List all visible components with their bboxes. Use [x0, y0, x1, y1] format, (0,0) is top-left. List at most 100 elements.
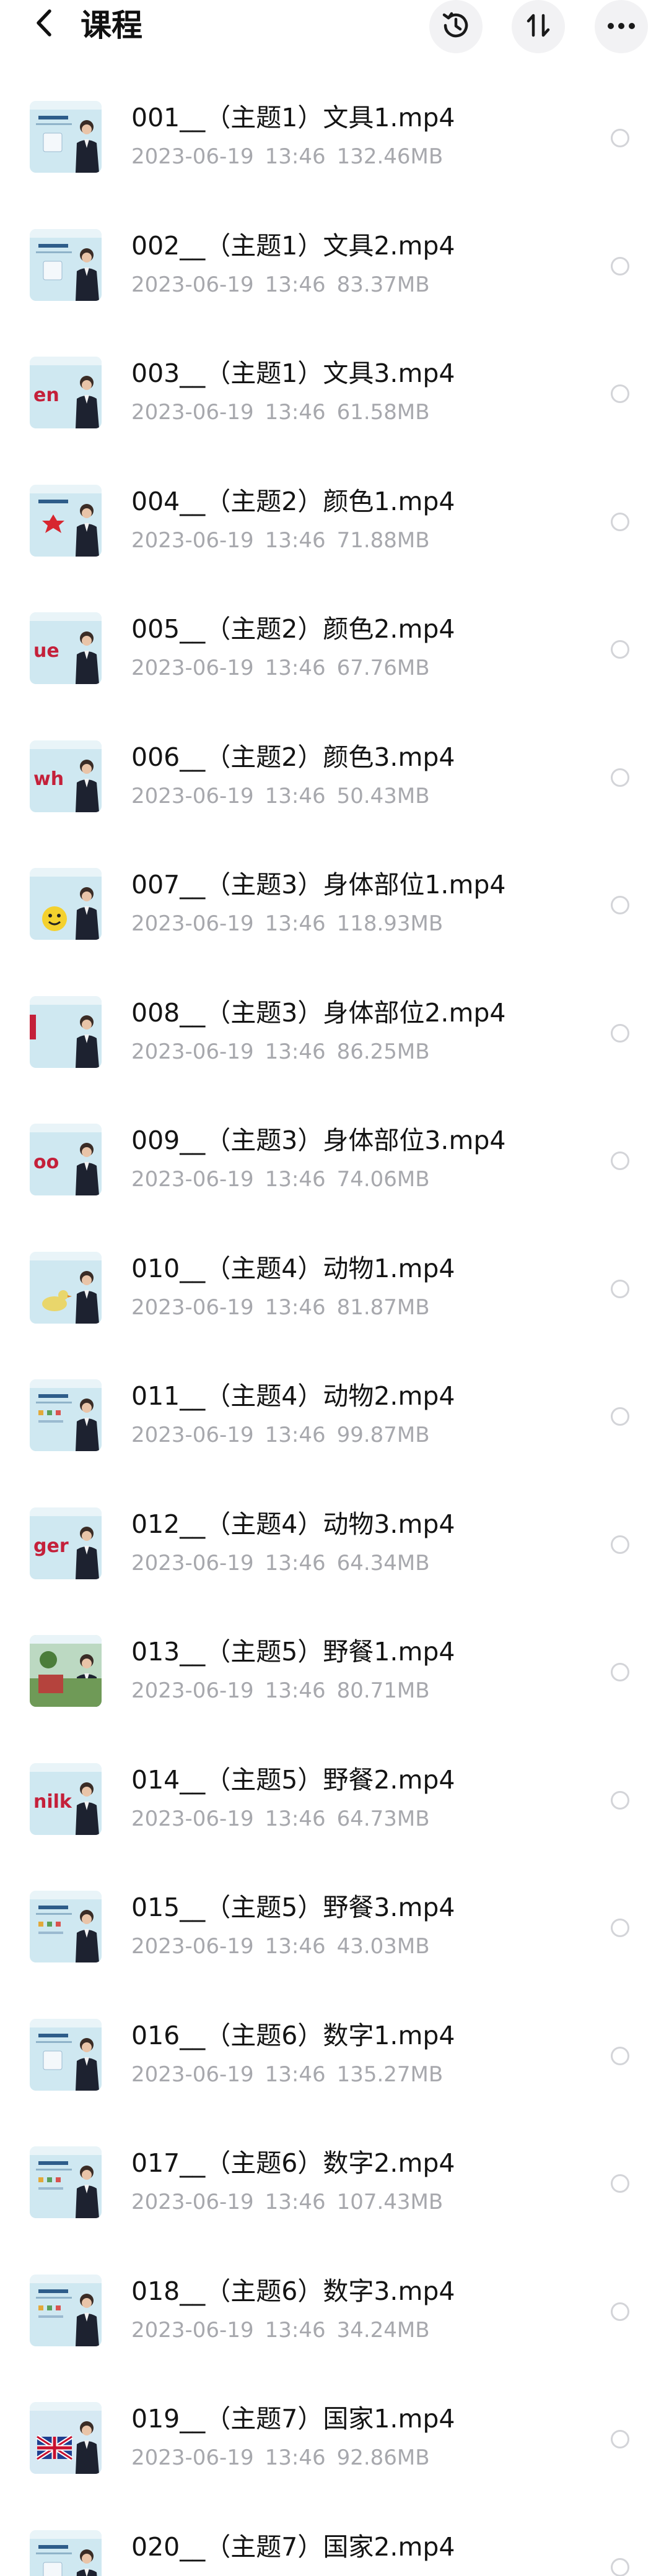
select-radio[interactable]	[611, 2174, 629, 2193]
svg-text:ger: ger	[33, 1535, 69, 1557]
file-row[interactable]: 002__（主题1）文具2.mp4 2023-06-19 13:46 83.37MB	[0, 229, 669, 355]
more-button[interactable]	[595, 0, 648, 53]
select-radio[interactable]	[611, 1024, 629, 1043]
file-date: 2023-06-19	[131, 784, 254, 809]
select-radio[interactable]	[611, 896, 629, 914]
file-row[interactable]: 007__（主题3）身体部位1.mp4 2023-06-19 13:46 118.93…	[0, 868, 669, 994]
file-meta: 2023-06-19 13:46 92.86MB	[131, 2444, 430, 2471]
file-time: 13:46	[265, 272, 326, 297]
file-size: 80.71MB	[336, 1678, 430, 1703]
file-meta: 2023-06-19 13:46 99.87MB	[131, 1421, 430, 1449]
select-radio[interactable]	[611, 1535, 629, 1554]
video-thumbnail	[30, 868, 102, 940]
file-name: 018__（主题6）数字3.mp4	[131, 2276, 455, 2306]
file-size: 64.34MB	[336, 1551, 430, 1576]
file-meta: 2023-06-19 13:46 93.65MB	[131, 2572, 430, 2576]
file-time: 13:46	[265, 1423, 326, 1447]
file-row[interactable]: ger 012__（主题4）动物3.mp4 2023-06-19 13:46 64.34…	[0, 1507, 669, 1634]
file-date: 2023-06-19	[131, 2318, 254, 2343]
svg-text:nilk: nilk	[33, 1791, 72, 1813]
file-row[interactable]: oo 009__（主题3）身体部位3.mp4 2023-06-19 13:46 74.0…	[0, 1124, 669, 1250]
file-name: 008__（主题3）身体部位2.mp4	[131, 998, 506, 1028]
file-row[interactable]: 004__（主题2）颜色1.mp4 2023-06-19 13:46 71.88MB	[0, 485, 669, 611]
file-row[interactable]: 017__（主题6）数字2.mp4 2023-06-19 13:46 107.43MB	[0, 2146, 669, 2273]
select-radio[interactable]	[611, 1791, 629, 1810]
file-row[interactable]: 011__（主题4）动物2.mp4 2023-06-19 13:46 99.87MB	[0, 1379, 669, 1506]
video-thumbnail	[30, 2019, 102, 2091]
file-row[interactable]: nilk 014__（主题5）野餐2.mp4 2023-06-19 13:46 64.7…	[0, 1763, 669, 1889]
select-radio[interactable]	[611, 1151, 629, 1170]
file-row[interactable]: 010__（主题4）动物1.mp4 2023-06-19 13:46 81.87MB	[0, 1252, 669, 1378]
file-row[interactable]: 016__（主题6）数字1.mp4 2023-06-19 13:46 135.27MB	[0, 2019, 669, 2145]
file-date: 2023-06-19	[131, 1806, 254, 1831]
select-radio[interactable]	[611, 129, 629, 147]
video-thumbnail	[30, 996, 102, 1068]
select-radio[interactable]	[611, 513, 629, 531]
select-radio[interactable]	[611, 768, 629, 787]
file-meta: 2023-06-19 13:46 43.03MB	[131, 1933, 430, 1960]
file-row[interactable]: ue 005__（主题2）颜色2.mp4 2023-06-19 13:46 67.76M…	[0, 612, 669, 739]
select-radio[interactable]	[611, 257, 629, 275]
file-date: 2023-06-19	[131, 911, 254, 936]
file-row[interactable]: 001__（主题1）文具1.mp4 2023-06-19 13:46 132.46MB	[0, 101, 669, 227]
file-name: 005__（主题2）颜色2.mp4	[131, 614, 455, 644]
history-button[interactable]	[429, 0, 483, 53]
video-thumbnail	[30, 1635, 102, 1707]
file-size: 86.25MB	[336, 1039, 430, 1064]
select-radio[interactable]	[611, 2302, 629, 2321]
file-size: 71.88MB	[336, 528, 430, 553]
file-row[interactable]: wh 006__（主题2）颜色3.mp4 2023-06-19 13:46 50.43M…	[0, 740, 669, 867]
file-size: 74.06MB	[336, 1167, 430, 1192]
file-meta: 2023-06-19 13:46 67.76MB	[131, 654, 430, 682]
chevron-left-icon	[34, 9, 54, 40]
select-radio[interactable]	[611, 640, 629, 659]
select-radio[interactable]	[611, 1663, 629, 1681]
file-row[interactable]: 019__（主题7）国家1.mp4 2023-06-19 13:46 92.86MB	[0, 2402, 669, 2528]
top-bar: 课程	[0, 0, 669, 53]
file-meta: 2023-06-19 13:46 34.24MB	[131, 2317, 430, 2344]
select-radio[interactable]	[611, 1919, 629, 1937]
file-size: 83.37MB	[336, 272, 430, 297]
file-meta: 2023-06-19 13:46 135.27MB	[131, 2061, 443, 2088]
file-time: 13:46	[265, 911, 326, 936]
select-radio[interactable]	[611, 2430, 629, 2448]
video-thumbnail: ger	[30, 1507, 102, 1579]
svg-text:wh: wh	[33, 768, 64, 790]
file-meta: 2023-06-19 13:46 107.43MB	[131, 2188, 443, 2216]
file-meta: 2023-06-19 13:46 74.06MB	[131, 1166, 430, 1193]
file-meta: 2023-06-19 13:46 118.93MB	[131, 910, 443, 937]
file-size: 92.86MB	[336, 2445, 430, 2470]
select-radio[interactable]	[611, 2558, 629, 2576]
select-radio[interactable]	[611, 2047, 629, 2065]
history-icon	[439, 9, 473, 45]
video-thumbnail	[30, 2402, 102, 2474]
file-date: 2023-06-19	[131, 1678, 254, 1703]
select-radio[interactable]	[611, 384, 629, 403]
select-radio[interactable]	[611, 1280, 629, 1298]
file-name: 001__（主题1）文具1.mp4	[131, 103, 455, 132]
file-size: 34.24MB	[336, 2318, 430, 2343]
file-time: 13:46	[265, 1295, 326, 1320]
file-row[interactable]: 008__（主题3）身体部位2.mp4 2023-06-19 13:46 86.25M…	[0, 996, 669, 1122]
file-row[interactable]: 020__（主题7）国家2.mp4 2023-06-19 13:46 93.65MB	[0, 2530, 669, 2576]
file-row[interactable]: 015__（主题5）野餐3.mp4 2023-06-19 13:46 43.03MB	[0, 1891, 669, 2017]
file-row[interactable]: 013__（主题5）野餐1.mp4 2023-06-19 13:46 80.71MB	[0, 1635, 669, 1761]
select-radio[interactable]	[611, 1407, 629, 1426]
file-size: 107.43MB	[336, 2190, 444, 2214]
file-time: 13:46	[265, 2574, 326, 2576]
file-row[interactable]: 018__（主题6）数字3.mp4 2023-06-19 13:46 34.24MB	[0, 2275, 669, 2401]
sort-button[interactable]	[512, 0, 565, 53]
video-thumbnail	[30, 2530, 102, 2576]
file-date: 2023-06-19	[131, 528, 254, 553]
file-date: 2023-06-19	[131, 2062, 254, 2087]
file-name: 009__（主题3）身体部位3.mp4	[131, 1125, 506, 1155]
file-name: 020__（主题7）国家2.mp4	[131, 2532, 455, 2562]
back-button[interactable]	[30, 9, 58, 40]
svg-text:en: en	[33, 384, 59, 406]
file-time: 13:46	[265, 784, 326, 809]
file-name: 012__（主题4）动物3.mp4	[131, 1509, 455, 1539]
file-date: 2023-06-19	[131, 400, 254, 425]
file-row[interactable]: en 003__（主题1）文具3.mp4 2023-06-19 13:46 61.58M…	[0, 357, 669, 483]
video-thumbnail: nilk	[30, 1763, 102, 1835]
file-date: 2023-06-19	[131, 1167, 254, 1192]
